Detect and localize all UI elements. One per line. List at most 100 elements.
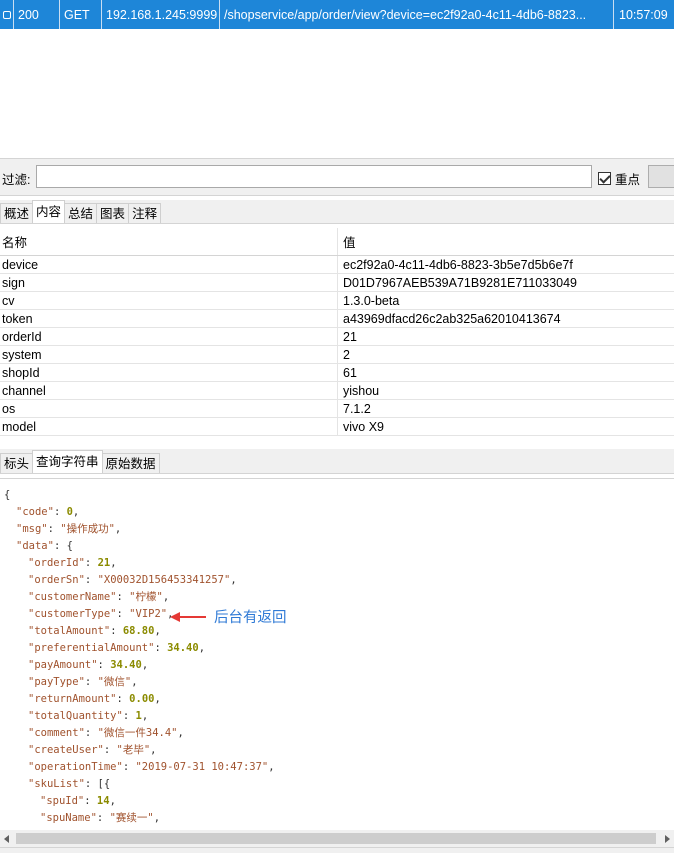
table-row[interactable]: shopId 61 bbox=[0, 364, 674, 382]
param-name: channel bbox=[0, 382, 338, 399]
table-row[interactable]: model vivo X9 bbox=[0, 418, 674, 436]
json-punct: , bbox=[153, 812, 161, 824]
scroll-right-icon[interactable] bbox=[665, 835, 670, 843]
json-punct: : bbox=[110, 625, 123, 637]
param-name: orderId bbox=[0, 328, 338, 345]
filter-input[interactable] bbox=[36, 165, 592, 188]
param-value: vivo X9 bbox=[343, 419, 384, 434]
annotation-text: 后台有返回 bbox=[214, 610, 287, 626]
json-line: "preferentialAmount": 34.40, bbox=[28, 640, 205, 657]
param-name: system bbox=[0, 346, 338, 363]
json-line: "customerName": "柠檬", bbox=[28, 589, 169, 606]
json-punct: , bbox=[141, 659, 149, 671]
focus-checkbox[interactable]: 重点 bbox=[598, 169, 640, 188]
json-key: "operationTime" bbox=[28, 761, 123, 773]
json-punct: , bbox=[230, 574, 237, 586]
table-row[interactable]: system 2 bbox=[0, 346, 674, 364]
param-value: 61 bbox=[343, 365, 357, 380]
json-punct: : bbox=[97, 659, 111, 671]
request-icon bbox=[0, 0, 14, 29]
tab-overview[interactable]: 概述 bbox=[0, 203, 34, 223]
json-line: "comment": "微信一件34.4", bbox=[28, 725, 184, 742]
response-tabs: 标头 查询字符串 原始数据 bbox=[0, 449, 674, 474]
param-name: os bbox=[0, 400, 338, 417]
filter-label: 过滤: bbox=[2, 173, 31, 187]
url-cell: /shopservice/app/order/view?device=ec2f9… bbox=[220, 0, 614, 29]
table-row[interactable]: token a43969dfacd26c2ab325a62010413674 bbox=[0, 310, 674, 328]
param-name: model bbox=[0, 418, 338, 435]
json-key: "spuId" bbox=[40, 795, 85, 807]
json-key: "spuName" bbox=[40, 812, 97, 824]
param-value: 1.3.0-beta bbox=[343, 293, 400, 308]
time-cell: 10:57:09 bbox=[619, 7, 668, 22]
json-response-view[interactable]: {"code": 0, "msg": "操作成功", "data": {"order… bbox=[0, 478, 674, 830]
json-line: "spuName": "赛续一", bbox=[40, 810, 160, 827]
json-punct: , bbox=[268, 761, 275, 773]
param-value: ec2f92a0-4c11-4db6-8823-3b5e7d5b6e7f bbox=[343, 257, 573, 272]
tab-notes[interactable]: 注释 bbox=[128, 203, 162, 223]
table-row[interactable]: sign D01D7967AEB539A71B9281E711033049 bbox=[0, 274, 674, 292]
json-punct: , bbox=[131, 676, 138, 688]
tab-query-string[interactable]: 查询字符串 bbox=[32, 450, 103, 473]
json-key: "data" bbox=[16, 540, 54, 552]
tab-summary[interactable]: 总结 bbox=[64, 203, 98, 223]
json-punct: : { bbox=[53, 540, 73, 552]
json-line: "payType": "微信", bbox=[28, 674, 138, 691]
param-value: yishou bbox=[343, 383, 380, 398]
json-line: "totalQuantity": 1, bbox=[28, 708, 148, 725]
json-line: "payAmount": 34.40, bbox=[28, 657, 148, 674]
json-line: "operationTime": "2019-07-31 10:47:37", bbox=[28, 759, 275, 776]
scrollbar-thumb[interactable] bbox=[16, 833, 656, 844]
json-punct: , bbox=[114, 523, 122, 535]
json-punct: : bbox=[122, 710, 136, 722]
json-value: "操作成功" bbox=[60, 523, 115, 535]
table-row[interactable]: orderId 21 bbox=[0, 328, 674, 346]
json-key: "totalQuantity" bbox=[28, 710, 123, 722]
json-punct: : bbox=[96, 812, 110, 824]
column-header-name[interactable]: 名称 bbox=[0, 228, 338, 255]
json-key: "code" bbox=[16, 506, 54, 518]
json-value: "柠檬" bbox=[129, 591, 163, 603]
json-value: 14 bbox=[96, 795, 110, 807]
scroll-left-icon[interactable] bbox=[4, 835, 9, 843]
tab-raw-data[interactable]: 原始数据 bbox=[101, 453, 160, 473]
detail-tabs: 概述 内容 总结 图表 注释 bbox=[0, 200, 674, 224]
table-header: 名称 值 bbox=[0, 228, 674, 256]
json-line: "skuList": [{ bbox=[28, 776, 110, 793]
json-punct: , bbox=[162, 591, 170, 603]
tab-chart[interactable]: 图表 bbox=[96, 203, 130, 223]
json-punct: : bbox=[116, 591, 130, 603]
param-value: D01D7967AEB539A71B9281E711033049 bbox=[343, 275, 577, 290]
json-line: "orderId": 21, bbox=[28, 555, 117, 572]
request-list-empty-area bbox=[0, 29, 674, 157]
json-value: 68.80 bbox=[122, 625, 155, 637]
filter-button[interactable] bbox=[648, 165, 674, 188]
json-punct: : bbox=[84, 676, 98, 688]
column-header-value[interactable]: 值 bbox=[338, 228, 674, 255]
json-punct: , bbox=[177, 727, 184, 739]
json-punct: : bbox=[84, 795, 97, 807]
tab-headers[interactable]: 标头 bbox=[0, 453, 34, 473]
checkbox-checked-icon[interactable] bbox=[598, 172, 611, 185]
table-row[interactable]: channel yishou bbox=[0, 382, 674, 400]
json-punct: : bbox=[116, 608, 130, 620]
json-punct: : bbox=[122, 761, 136, 773]
table-row[interactable]: cv 1.3.0-beta bbox=[0, 292, 674, 310]
json-punct: : bbox=[84, 574, 98, 586]
table-row[interactable]: device ec2f92a0-4c11-4db6-8823-3b5e7d5b6e… bbox=[0, 256, 674, 274]
table-row[interactable]: os 7.1.2 bbox=[0, 400, 674, 418]
json-punct: , bbox=[154, 693, 161, 705]
tab-content[interactable]: 内容 bbox=[32, 200, 66, 223]
request-row[interactable]: 200 GET 192.168.1.245:9999 /shopservice/… bbox=[0, 0, 674, 29]
json-value: 34.40 bbox=[110, 659, 142, 671]
json-punct: : bbox=[84, 727, 98, 739]
json-key: "returnAmount" bbox=[28, 693, 117, 705]
json-punct: : [{ bbox=[84, 778, 111, 790]
json-key: "orderId" bbox=[28, 557, 85, 569]
json-line: "msg": "操作成功", bbox=[16, 521, 121, 538]
json-value: 0.00 bbox=[129, 693, 155, 705]
horizontal-scrollbar[interactable] bbox=[0, 830, 674, 847]
json-punct: , bbox=[110, 557, 117, 569]
param-name: cv bbox=[0, 292, 338, 309]
filter-bar: 过滤: 重点 bbox=[0, 158, 674, 196]
